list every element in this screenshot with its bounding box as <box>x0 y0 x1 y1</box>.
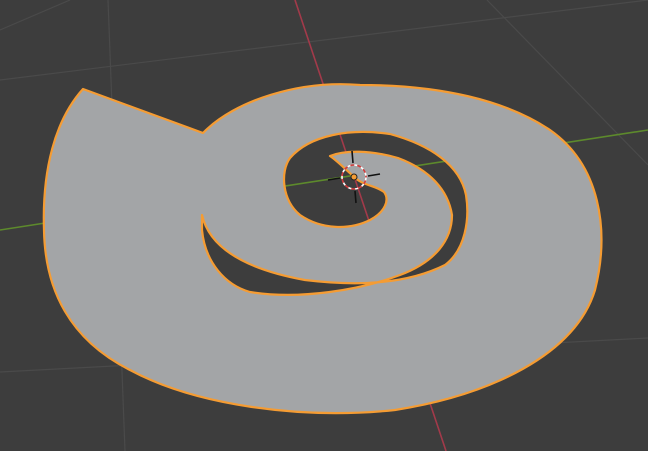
grid-line <box>0 0 71 31</box>
3d-viewport[interactable] <box>0 0 648 451</box>
grid-line <box>0 0 648 81</box>
spiral-face[interactable] <box>42 83 603 415</box>
spiral-object[interactable] <box>42 83 603 415</box>
viewport-canvas[interactable] <box>0 0 648 451</box>
object-origin <box>350 173 358 181</box>
